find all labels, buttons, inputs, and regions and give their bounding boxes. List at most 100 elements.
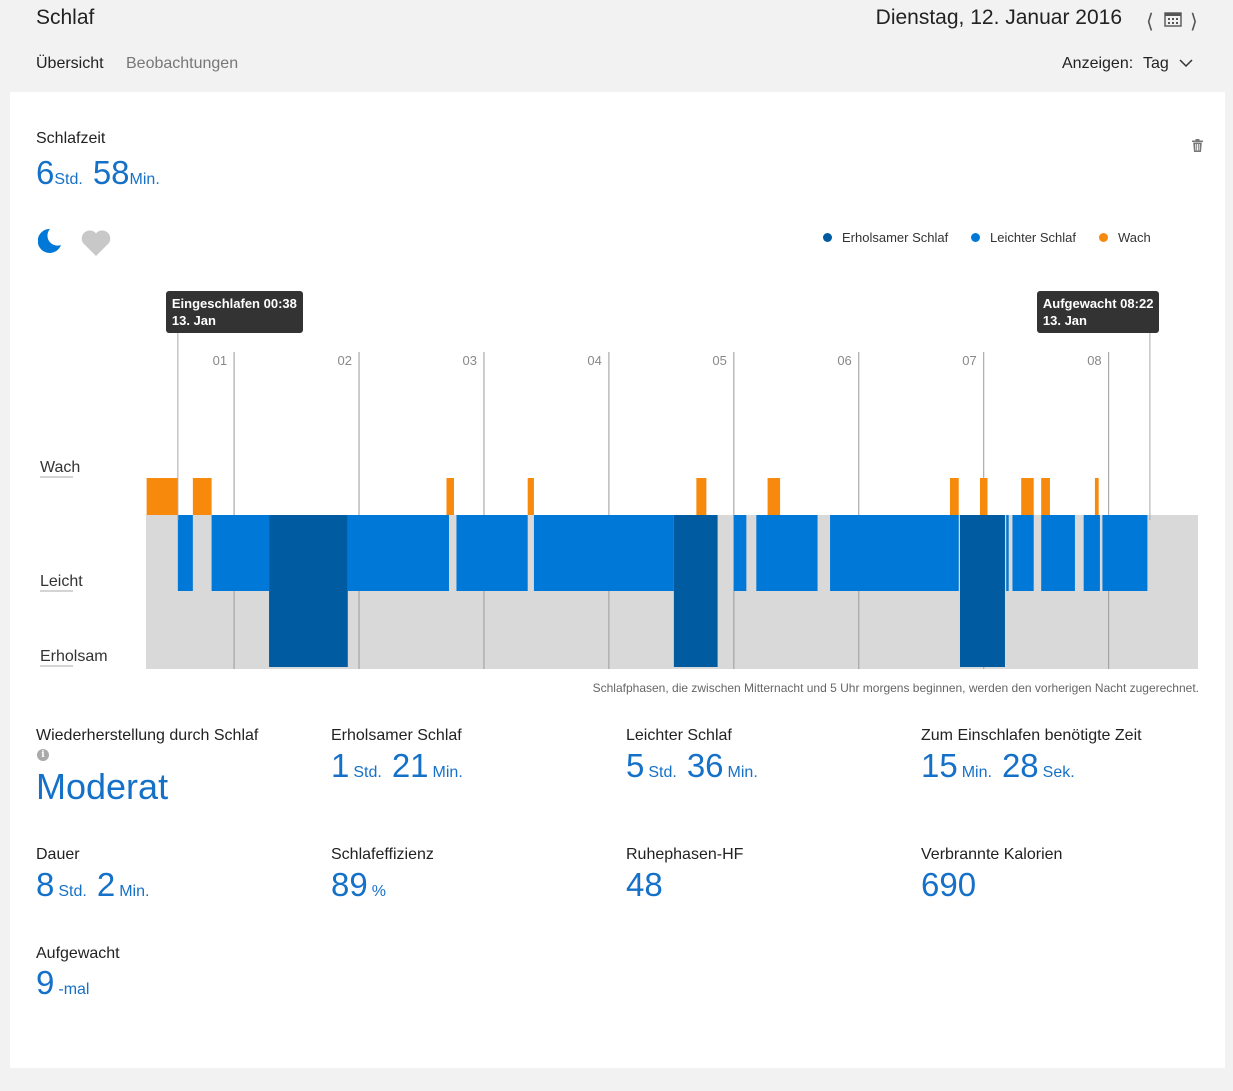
stat-number: 15 bbox=[921, 747, 958, 784]
stat-unit: Std. bbox=[58, 883, 87, 900]
stat-label-recovery: Wiederherstellung durch Schlaf bbox=[36, 727, 259, 744]
stat-label-efficiency: Schlafeffizienz bbox=[331, 846, 434, 863]
stat-unit: % bbox=[371, 883, 386, 900]
awake-segment bbox=[949, 478, 959, 515]
light-sleep-segment bbox=[177, 515, 193, 591]
chevron-left-icon[interactable]: ⟨ bbox=[1146, 9, 1154, 34]
chevron-down-icon bbox=[1179, 55, 1193, 73]
awake-segment bbox=[696, 478, 707, 515]
legend-dot bbox=[1099, 233, 1108, 243]
stat-value-restful: 1 Std. 21 Min. bbox=[331, 747, 463, 785]
stat-unit: Std. bbox=[353, 764, 382, 781]
light-sleep-segment bbox=[533, 515, 674, 591]
top-bar: Schlaf Dienstag, 12. Januar 2016 ⟨ ⟩ Übe… bbox=[0, 0, 1233, 92]
tab-overview[interactable]: Übersicht bbox=[36, 55, 104, 73]
sleep-phase-chart: 01 02 03 04 05 06 07 08 Wach Leicht Erholsam bbox=[40, 332, 1198, 669]
stat-number: 21 bbox=[391, 747, 429, 784]
awake-segment bbox=[1094, 478, 1099, 515]
legend-label: Wach bbox=[1118, 230, 1151, 245]
stat-unit: Sek. bbox=[1042, 764, 1075, 781]
stat-label-fall-asleep: Zum Einschlafen benötigte Zeit bbox=[921, 727, 1142, 744]
light-sleep-segment bbox=[347, 515, 449, 591]
stat-value-resting-hr: 48 bbox=[626, 866, 663, 903]
y-level-label: Erholsam bbox=[40, 648, 108, 665]
stat-number: 8 bbox=[36, 866, 55, 903]
light-sleep-segment bbox=[456, 515, 528, 591]
stat-number: 28 bbox=[1001, 747, 1039, 784]
light-sleep-segment bbox=[830, 515, 959, 591]
light-sleep-segment bbox=[211, 515, 270, 591]
restful-sleep-segment bbox=[269, 515, 348, 667]
x-tick-label: 02 bbox=[338, 353, 352, 368]
sleep-minutes-unit: Min. bbox=[129, 171, 160, 188]
legend-item-light: Leichter Schlaf bbox=[971, 230, 1076, 245]
x-tick-label: 06 bbox=[837, 353, 851, 368]
chart-footnote: Schlafphasen, die zwischen Mitternacht u… bbox=[592, 681, 1199, 695]
restful-sleep-segment bbox=[959, 515, 1005, 667]
tooltip-awake-date: 13. Jan bbox=[1042, 313, 1087, 328]
stat-unit: -mal bbox=[58, 981, 90, 998]
tooltip-asleep-date: 13. Jan bbox=[171, 313, 216, 328]
awake-segment bbox=[1021, 478, 1034, 515]
x-tick-label: 05 bbox=[712, 353, 726, 368]
awake-segment bbox=[146, 478, 178, 515]
tooltip-asleep-time: Eingeschlafen 00:38 bbox=[171, 296, 297, 311]
stat-number: 9 bbox=[36, 964, 55, 1001]
tooltip-awake: Aufgewacht 08:22 13. Jan bbox=[1036, 291, 1160, 333]
page-title: Schlaf bbox=[36, 6, 95, 29]
moon-icon[interactable] bbox=[38, 228, 62, 254]
trash-icon[interactable] bbox=[1192, 139, 1203, 152]
stat-number: 2 bbox=[96, 866, 116, 903]
awake-segment bbox=[527, 478, 534, 515]
awake-segment bbox=[446, 478, 454, 515]
page-bottom bbox=[0, 1068, 1233, 1091]
stat-value-recovery: Moderat bbox=[36, 766, 169, 807]
stat-value-woke-up: 9 -mal bbox=[36, 964, 89, 1002]
stat-label-restful: Erholsamer Schlaf bbox=[331, 727, 462, 744]
y-level-label: Wach bbox=[40, 459, 80, 476]
legend-label: Erholsamer Schlaf bbox=[842, 230, 949, 245]
stat-label-calories: Verbrannte Kalorien bbox=[921, 846, 1063, 863]
stat-number: 5 bbox=[626, 747, 645, 784]
tooltip-awake-time: Aufgewacht 08:22 bbox=[1042, 296, 1154, 311]
sleep-time-label: Schlafzeit bbox=[36, 130, 106, 147]
tab-observations[interactable]: Beobachtungen bbox=[126, 55, 238, 73]
light-sleep-segment bbox=[756, 515, 818, 591]
stat-unit: Min. bbox=[727, 764, 758, 781]
sleep-minutes: 58 bbox=[92, 154, 130, 191]
info-icon[interactable]: i bbox=[37, 749, 49, 761]
stat-value-efficiency: 89% bbox=[331, 866, 386, 904]
x-tick-label: 08 bbox=[1087, 353, 1101, 368]
legend-item-awake: Wach bbox=[1099, 230, 1151, 245]
chevron-right-icon[interactable]: ⟩ bbox=[1190, 9, 1198, 34]
date-label: Dienstag, 12. Januar 2016 bbox=[875, 6, 1122, 29]
heart-icon[interactable] bbox=[80, 229, 112, 257]
view-select-value: Tag bbox=[1143, 55, 1169, 72]
stat-value-fall-asleep: 15 Min. 28 Sek. bbox=[921, 747, 1075, 785]
x-tick-label: 07 bbox=[962, 353, 976, 368]
view-label: Anzeigen: bbox=[1062, 55, 1134, 72]
stat-unit: Std. bbox=[648, 764, 677, 781]
calendar-icon[interactable] bbox=[1164, 11, 1182, 27]
light-sleep-segment bbox=[1006, 515, 1009, 591]
x-tick-label: 03 bbox=[462, 353, 476, 368]
stat-number: 1 bbox=[331, 747, 350, 784]
stat-value-light: 5 Std. 36 Min. bbox=[626, 747, 758, 785]
awake-segment bbox=[1041, 478, 1050, 515]
x-tick-label: 01 bbox=[213, 353, 227, 368]
stat-label-resting-hr: Ruhephasen-HF bbox=[626, 846, 744, 863]
light-sleep-segment bbox=[1041, 515, 1075, 591]
restful-sleep-segment bbox=[673, 515, 718, 667]
awake-segment bbox=[192, 478, 212, 515]
light-sleep-segment bbox=[1102, 515, 1148, 591]
stat-number: 36 bbox=[686, 747, 724, 784]
legend-dot bbox=[971, 233, 980, 243]
light-sleep-segment bbox=[1083, 515, 1100, 591]
view-select[interactable]: Tag bbox=[1143, 55, 1193, 73]
awake-segment bbox=[767, 478, 781, 515]
x-tick-label: 04 bbox=[587, 353, 601, 368]
stat-unit: Min. bbox=[432, 764, 463, 781]
stat-label-light: Leichter Schlaf bbox=[626, 727, 732, 744]
light-sleep-segment bbox=[733, 515, 747, 591]
tooltip-asleep: Eingeschlafen 00:38 13. Jan bbox=[165, 291, 303, 333]
